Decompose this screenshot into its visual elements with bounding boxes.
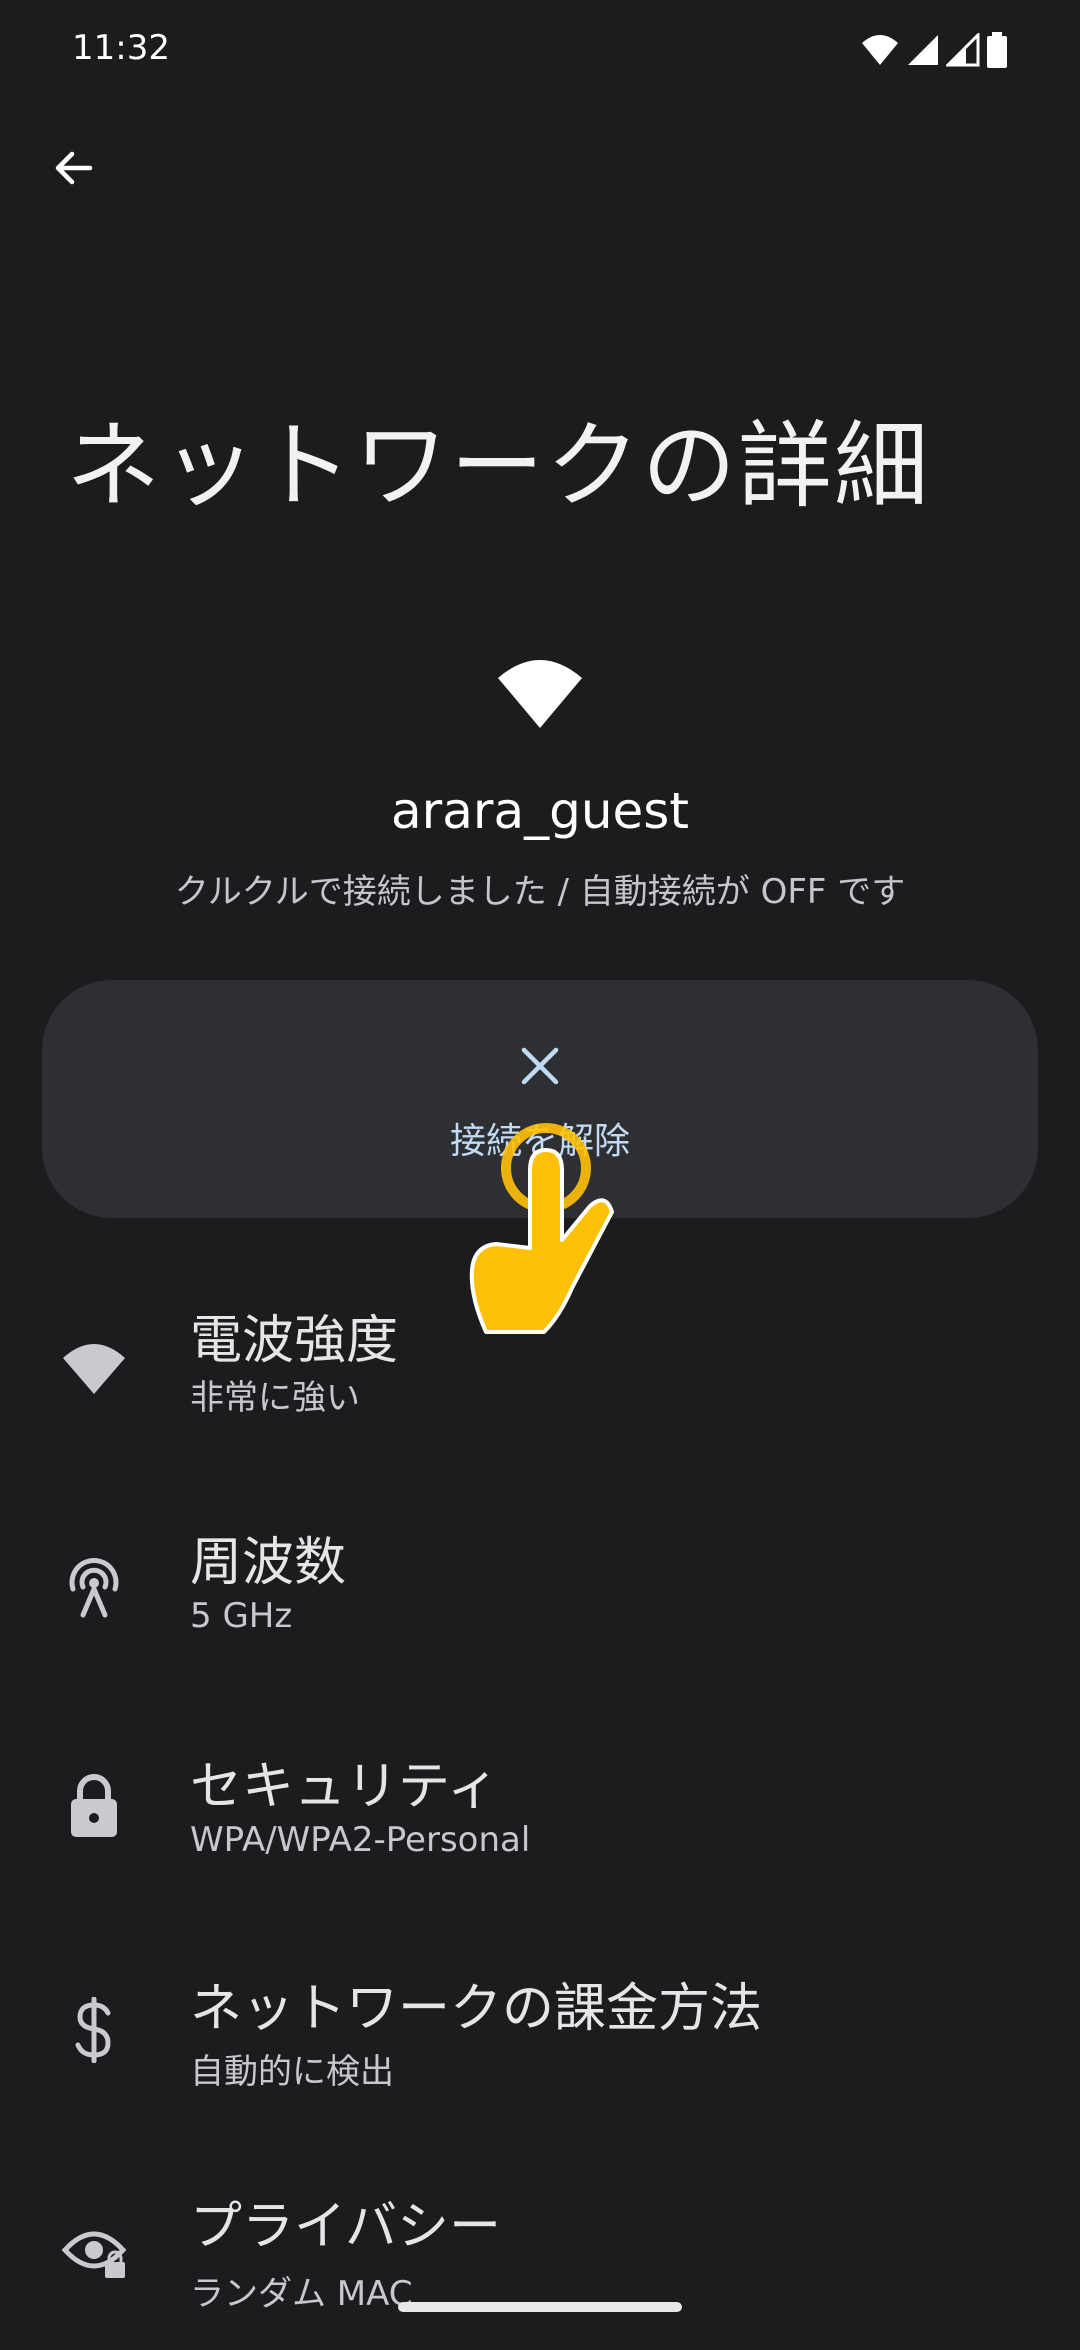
frequency-row[interactable]: 周波数 5 GHz xyxy=(0,1502,1080,1682)
status-time: 11:32 xyxy=(72,28,170,68)
wifi-status-icon xyxy=(862,35,898,65)
privacy-row[interactable]: プライバシー ランダム MAC xyxy=(0,2170,1080,2350)
battery-icon xyxy=(987,32,1007,68)
status-bar: 11:32 xyxy=(0,0,1080,100)
security-row[interactable]: セキュリティ WPA/WPA2-Personal xyxy=(0,1726,1080,1906)
row-value: 自動的に検出 xyxy=(190,2052,394,2092)
wifi-signal-icon xyxy=(56,1330,132,1406)
row-value: 5 GHz xyxy=(190,1596,293,1636)
cell-signal-icon xyxy=(908,35,938,65)
close-icon xyxy=(521,1047,559,1085)
network-name: arara_guest xyxy=(391,782,689,840)
row-value: ランダム MAC xyxy=(190,2274,413,2314)
nav-handle[interactable] xyxy=(398,2302,682,2312)
row-value: 非常に強い xyxy=(190,1378,360,1418)
row-title: セキュリティ xyxy=(190,1757,499,1817)
row-value: WPA/WPA2-Personal xyxy=(190,1820,531,1860)
cell-signal-2-icon xyxy=(946,33,980,67)
network-status: クルクルで接続しました / 自動接続が OFF です xyxy=(174,872,906,912)
frequency-icon xyxy=(56,1548,132,1624)
privacy-eye-icon xyxy=(56,2216,132,2292)
metered-row[interactable]: ネットワークの課金方法 自動的に検出 xyxy=(0,1948,1080,2128)
wifi-icon xyxy=(498,660,582,728)
row-title: 電波強度 xyxy=(190,1311,399,1371)
dollar-icon xyxy=(56,1992,132,2068)
lock-icon xyxy=(56,1768,132,1844)
tap-hand-icon xyxy=(469,1123,614,1334)
row-title: 周波数 xyxy=(190,1533,347,1593)
back-button[interactable] xyxy=(42,136,106,200)
row-title: プライバシー xyxy=(190,2197,501,2257)
page-title: ネットワークの詳細 xyxy=(66,412,931,521)
row-title: ネットワークの課金方法 xyxy=(190,1979,763,2039)
status-icons xyxy=(860,30,1008,70)
arrow-back-icon xyxy=(55,151,93,185)
